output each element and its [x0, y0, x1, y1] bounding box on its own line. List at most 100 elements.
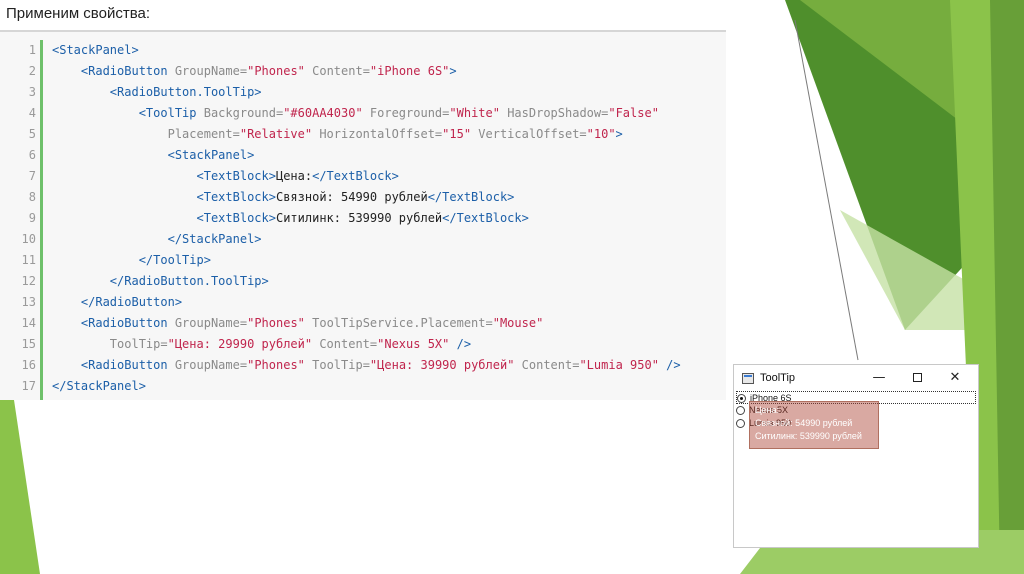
code-line: </ToolTip> [52, 250, 211, 271]
code-token: </TextBlock> [442, 211, 529, 225]
code-token: "Цена: 39990 рублей" [369, 358, 515, 372]
code-token: "Phones" [247, 64, 305, 78]
code-token: "False" [608, 106, 659, 120]
code-token: Background= [196, 106, 284, 120]
code-token: ToolTip= [109, 337, 168, 351]
radio-nexus-circle[interactable] [736, 406, 745, 415]
code-token: "15" [442, 127, 472, 141]
code-token: </StackPanel> [52, 379, 146, 393]
code-token: /> [449, 337, 472, 351]
line-number: 15 [21, 337, 36, 351]
code-token: GroupName= [167, 64, 248, 78]
code-token: > [615, 127, 623, 141]
code-line: </StackPanel> [52, 229, 262, 250]
line-number: 11 [21, 253, 36, 267]
code-line: <StackPanel> [52, 40, 139, 61]
line-number: 8 [28, 190, 36, 204]
code-token: "Цена: 29990 рублей" [167, 337, 313, 351]
code-token: <StackPanel> [52, 43, 139, 57]
radio-lumia-circle[interactable] [736, 419, 745, 428]
code-line: Placement="Relative" HorizontalOffset="1… [52, 124, 623, 145]
code-token: <RadioButton [80, 358, 168, 372]
code-token: "iPhone 6S" [369, 64, 450, 78]
code-token: <TextBlock> [196, 211, 276, 225]
code-line: <RadioButton GroupName="Phones" Content=… [52, 61, 457, 82]
line-number: 13 [21, 295, 36, 309]
code-token: Content= [312, 337, 378, 351]
code-token: Цена: [275, 169, 313, 183]
code-panel: 1 2 3 4 5 6 7 8 9 10 11 12 13 14 15 16 17 <StackPanel> <… [0, 30, 726, 400]
code-token: GroupName= [167, 358, 248, 372]
code-token: Связной: 54990 рублей [275, 190, 428, 204]
tooltip-svyaznoy-price: Связной: 54990 рублей [755, 418, 853, 428]
minimize-button[interactable]: — [868, 368, 890, 388]
code-line: <StackPanel> [52, 145, 255, 166]
page-heading: Применим свойства: [6, 5, 151, 22]
code-token: <ToolTip [138, 106, 197, 120]
code-line: </RadioButton.ToolTip> [52, 271, 269, 292]
line-number: 12 [21, 274, 36, 288]
code-token: ToolTip= [304, 358, 370, 372]
line-number: 2 [28, 64, 36, 78]
code-token: "Lumia 950" [579, 358, 659, 372]
code-line: </RadioButton> [52, 292, 182, 313]
code-token: /> [658, 358, 681, 372]
code-token: <RadioButton [80, 64, 168, 78]
code-token: Content= [514, 358, 580, 372]
maximize-button[interactable] [906, 368, 928, 388]
code-token: <TextBlock> [196, 169, 276, 183]
code-token: Ситилинк: 539990 рублей [275, 211, 443, 225]
line-number: 3 [28, 85, 36, 99]
code-token: "Phones" [247, 316, 305, 330]
line-number-gutter: 1 2 3 4 5 6 7 8 9 10 11 12 13 14 15 16 17 [0, 40, 44, 398]
code-token: > [449, 64, 457, 78]
line-number: 1 [28, 43, 36, 57]
line-number: 14 [21, 316, 36, 330]
line-number: 5 [28, 127, 36, 141]
code-token: HorizontalOffset= [312, 127, 443, 141]
line-number: 6 [28, 148, 36, 162]
code-line: <ToolTip Background="#60AA4030" Foregrou… [52, 103, 659, 124]
code-token: "Phones" [247, 358, 305, 372]
code-token: "White" [449, 106, 500, 120]
code-token: <RadioButton [80, 316, 168, 330]
window-title-bar[interactable]: ToolTip — ✕ [734, 365, 978, 391]
line-number: 10 [21, 232, 36, 246]
code-token: "10" [586, 127, 616, 141]
code-token: Placement= [167, 127, 240, 141]
code-line: </StackPanel> [52, 376, 146, 397]
code-token: <TextBlock> [196, 190, 276, 204]
code-token: "Relative" [239, 127, 313, 141]
code-token: "Mouse" [492, 316, 544, 330]
code-token: VerticalOffset= [471, 127, 587, 141]
code-token: </TextBlock> [427, 190, 515, 204]
tooltip-price-label: Цена: [755, 405, 780, 415]
code-line: <RadioButton GroupName="Phones" ToolTip=… [52, 355, 681, 376]
code-token: "#60AA4030" [283, 106, 363, 120]
code-token: HasDropShadow= [499, 106, 609, 120]
close-button[interactable]: ✕ [944, 368, 966, 388]
gutter-green-bar [40, 40, 43, 400]
code-line: <RadioButton.ToolTip> [52, 82, 262, 103]
code-line: ToolTip="Цена: 29990 рублей" Content="Ne… [52, 334, 471, 355]
code-token: Content= [304, 64, 370, 78]
code-token: </TextBlock> [312, 169, 399, 183]
line-number: 16 [21, 358, 36, 372]
code-line: <TextBlock>Связной: 54990 рублей</TextBl… [52, 187, 515, 208]
line-number: 7 [28, 169, 36, 183]
tooltip-demo-window: ToolTip — ✕ iPhone 6S Nexus 5X Lumia 950… [733, 364, 979, 548]
radio-iphone-circle[interactable] [737, 394, 746, 403]
